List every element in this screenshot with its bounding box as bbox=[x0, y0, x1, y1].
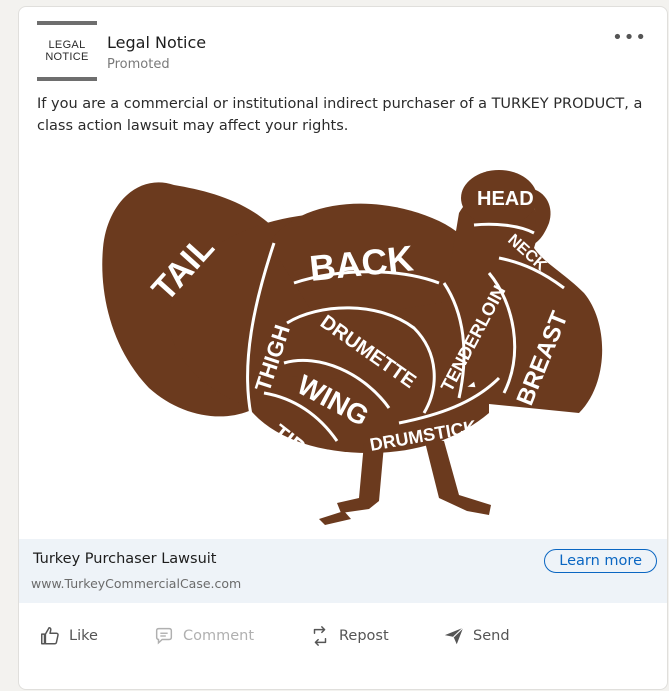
logo-line-1: LEGAL bbox=[48, 39, 86, 51]
link-url[interactable]: www.TurkeyCommercialCase.com bbox=[31, 576, 241, 591]
send-label: Send bbox=[473, 628, 510, 644]
thumbs-up-icon bbox=[41, 627, 59, 645]
like-button[interactable]: Like bbox=[39, 625, 98, 647]
repost-icon bbox=[313, 626, 327, 646]
comment-label: Comment bbox=[183, 628, 255, 644]
ad-post-card: LEGAL NOTICE Legal Notice Promoted ••• I… bbox=[18, 6, 668, 690]
link-title[interactable]: Turkey Purchaser Lawsuit bbox=[33, 551, 217, 567]
send-icon bbox=[444, 627, 464, 645]
repost-label: Repost bbox=[339, 628, 389, 644]
comment-icon bbox=[155, 627, 173, 645]
repost-button[interactable]: Repost bbox=[309, 625, 389, 647]
advertiser-logo[interactable]: LEGAL NOTICE bbox=[37, 21, 97, 81]
label-head: HEAD bbox=[477, 188, 534, 210]
logo-line-2: NOTICE bbox=[45, 51, 89, 63]
turkey-cuts-illustration: HEAD NECK TAIL BACK THIGH DRUMETTE TENDE… bbox=[102, 170, 603, 525]
post-actions-bar: Like Comment Repost Send bbox=[19, 607, 667, 667]
learn-more-button[interactable]: Learn more bbox=[544, 549, 657, 573]
post-body-text: If you are a commercial or institutional… bbox=[37, 96, 643, 134]
advertiser-name[interactable]: Legal Notice bbox=[107, 33, 206, 52]
post-image[interactable]: HEAD NECK TAIL BACK THIGH DRUMETTE TENDE… bbox=[19, 153, 667, 539]
link-preview-bar[interactable]: Turkey Purchaser Lawsuit www.TurkeyComme… bbox=[19, 539, 667, 603]
ellipsis-icon[interactable]: ••• bbox=[612, 27, 647, 48]
promoted-label: Promoted bbox=[107, 57, 170, 72]
send-button[interactable]: Send bbox=[443, 625, 510, 647]
like-label: Like bbox=[69, 628, 98, 644]
post-header: LEGAL NOTICE Legal Notice Promoted ••• bbox=[37, 21, 647, 81]
comment-button[interactable]: Comment bbox=[153, 625, 254, 647]
